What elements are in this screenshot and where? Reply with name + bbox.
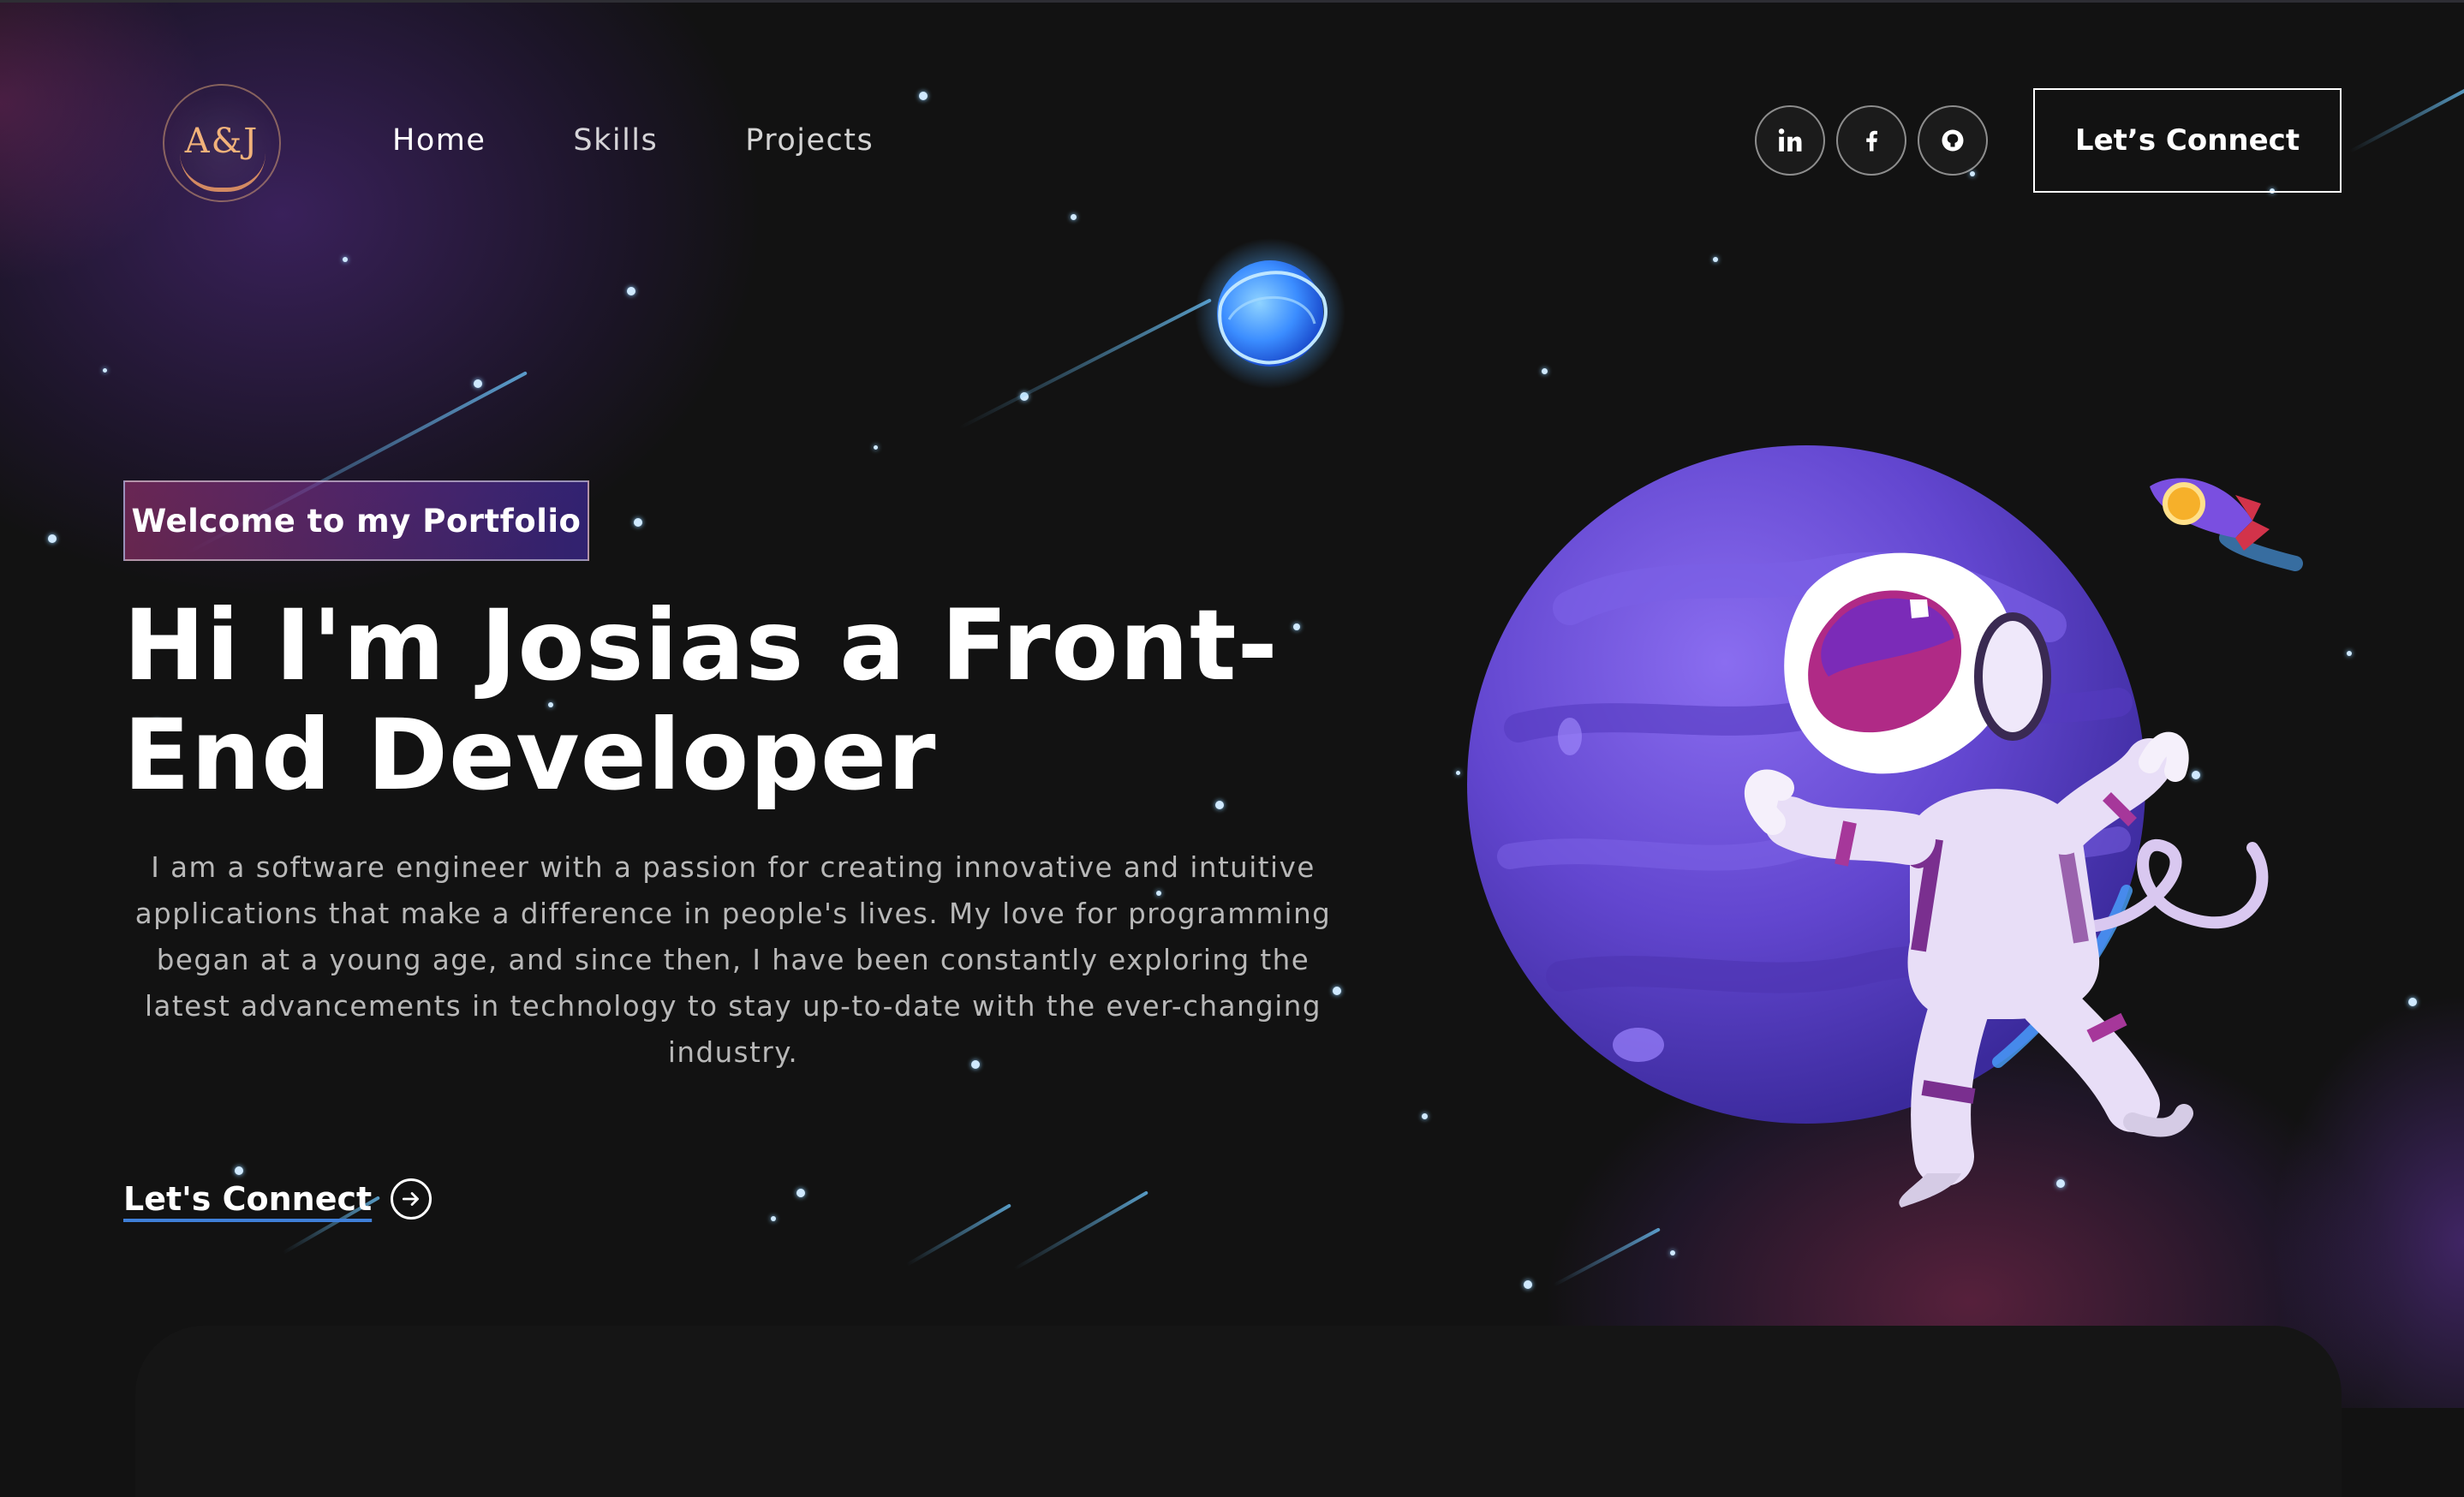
next-section-panel: [135, 1326, 2342, 1497]
arrow-right-circle-icon: [391, 1178, 433, 1220]
star: [1670, 1250, 1675, 1255]
linkedin-icon: [1778, 128, 1802, 152]
tagline-badge: Welcome to my Portfolio: [123, 480, 589, 561]
hero-description: I am a software engineer with a passion …: [134, 851, 1332, 1069]
star: [1456, 771, 1460, 775]
shooting-star: [1553, 1227, 1661, 1287]
facebook-button[interactable]: [1836, 105, 1906, 176]
hero-connect-label: Let's Connect: [123, 1180, 373, 1218]
github-icon: [1942, 129, 1964, 152]
hero-section: Welcome to my Portfolio Hi I'm Josias a …: [0, 0, 1456, 1285]
nav-connect-button[interactable]: Let’s Connect: [2033, 88, 2342, 193]
star: [2056, 1179, 2065, 1188]
star: [2408, 998, 2417, 1006]
star: [2347, 651, 2352, 656]
hero-title: Hi I'm Josias a Front-End Developer: [123, 588, 1279, 812]
linkedin-button[interactable]: [1755, 105, 1825, 176]
facebook-icon: [1866, 130, 1877, 152]
hero-connect-link[interactable]: Let's Connect: [123, 1178, 433, 1220]
star: [1524, 1280, 1532, 1289]
star: [1542, 368, 1548, 374]
star: [2192, 771, 2200, 779]
github-button[interactable]: [1918, 105, 1988, 176]
social-links: [1755, 105, 1988, 176]
star: [1884, 942, 1890, 948]
